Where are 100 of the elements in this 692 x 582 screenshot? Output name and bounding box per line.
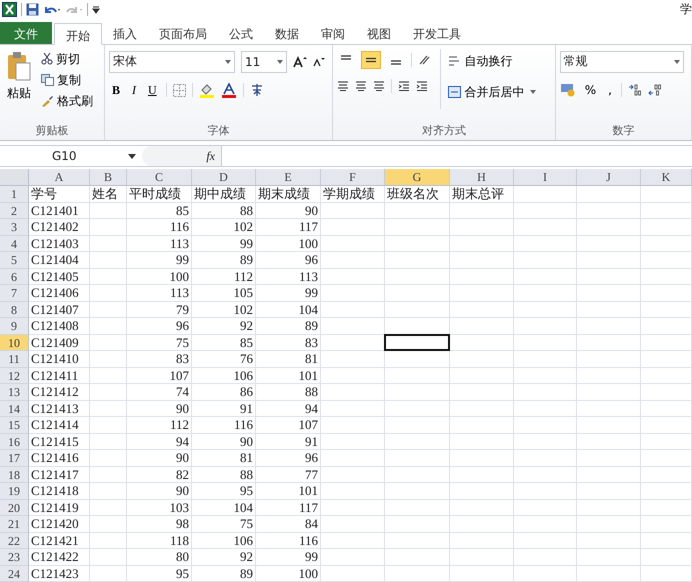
row-header[interactable]: 18 bbox=[0, 466, 29, 483]
ribbon-tab[interactable]: 开发工具 bbox=[402, 22, 472, 44]
grow-font-icon[interactable] bbox=[292, 56, 307, 68]
table-cell bbox=[321, 368, 385, 384]
table-cell: 91 bbox=[192, 400, 256, 417]
row-header[interactable]: 15 bbox=[0, 417, 29, 434]
table-cell bbox=[321, 500, 385, 516]
align-icon[interactable] bbox=[355, 80, 368, 91]
ribbon-tab[interactable]: 开始 bbox=[54, 22, 102, 45]
bold-button[interactable]: B bbox=[108, 82, 123, 98]
row-header[interactable]: 16 bbox=[0, 434, 29, 450]
table-cell: 期中成绩 bbox=[192, 186, 256, 202]
table-cell bbox=[641, 334, 692, 351]
increase-decimal-icon[interactable] bbox=[628, 84, 642, 96]
currency-icon[interactable] bbox=[560, 82, 576, 97]
wrap-text-button[interactable]: 自动换行 bbox=[447, 50, 538, 72]
row-header[interactable]: 19 bbox=[0, 483, 29, 500]
ribbon-tab[interactable]: 审阅 bbox=[310, 22, 356, 44]
table-cell: 90 bbox=[192, 434, 256, 450]
table-cell bbox=[385, 566, 450, 582]
row-header[interactable]: 9 bbox=[0, 318, 29, 334]
font-color-icon[interactable] bbox=[220, 82, 237, 98]
column-header[interactable]: K bbox=[641, 169, 692, 186]
table-cell bbox=[321, 532, 385, 549]
customize-dropdown-icon[interactable] bbox=[92, 6, 100, 14]
column-header[interactable]: I bbox=[514, 169, 577, 186]
insert-function-button[interactable]: fx bbox=[206, 148, 215, 164]
font-size-field[interactable]: 11 bbox=[240, 50, 287, 73]
column-header[interactable]: F bbox=[321, 169, 385, 186]
excel-logo-icon[interactable] bbox=[2, 2, 17, 18]
underline-button[interactable]: U bbox=[144, 82, 160, 98]
ribbon-tab[interactable]: 文件 bbox=[0, 22, 52, 44]
ribbon-tab[interactable]: 视图 bbox=[356, 22, 402, 44]
ribbon-tab[interactable]: 页面布局 bbox=[148, 22, 218, 44]
table-cell bbox=[90, 417, 127, 434]
row-header[interactable]: 17 bbox=[0, 450, 29, 466]
column-header[interactable]: G bbox=[385, 169, 450, 186]
ribbon-tab[interactable]: 插入 bbox=[102, 22, 148, 44]
number-format-field[interactable]: 常规 bbox=[560, 50, 684, 73]
column-header[interactable]: B bbox=[90, 169, 127, 186]
table-cell bbox=[514, 516, 577, 532]
column-header[interactable]: J bbox=[577, 169, 641, 186]
column-header[interactable]: H bbox=[450, 169, 514, 186]
row-header[interactable]: 22 bbox=[0, 532, 29, 549]
font-name-field[interactable]: 宋体 bbox=[108, 50, 235, 73]
table-cell bbox=[385, 434, 450, 450]
table-cell bbox=[450, 368, 514, 384]
save-icon[interactable] bbox=[26, 3, 39, 16]
row-header[interactable]: 1 bbox=[0, 186, 29, 202]
phonetic-icon[interactable] bbox=[250, 83, 264, 98]
row-header[interactable]: 5 bbox=[0, 252, 29, 268]
table-cell bbox=[641, 236, 692, 252]
row-header[interactable]: 8 bbox=[0, 302, 29, 318]
indent-icon[interactable] bbox=[398, 80, 410, 91]
table-cell bbox=[514, 368, 577, 384]
row-header[interactable]: 3 bbox=[0, 219, 29, 236]
row-header[interactable]: 21 bbox=[0, 516, 29, 532]
column-header[interactable]: C bbox=[127, 169, 192, 186]
column-header[interactable]: E bbox=[256, 169, 321, 186]
table-cell bbox=[514, 334, 577, 351]
row-header[interactable]: 13 bbox=[0, 384, 29, 400]
border-icon[interactable] bbox=[172, 84, 186, 97]
table-cell bbox=[450, 384, 514, 400]
row-header[interactable]: 24 bbox=[0, 566, 29, 582]
row-header[interactable]: 7 bbox=[0, 285, 29, 302]
fill-color-icon[interactable] bbox=[198, 82, 215, 98]
align-button[interactable] bbox=[361, 50, 382, 69]
ribbon-tab[interactable]: 公式 bbox=[218, 22, 264, 44]
merge-center-button[interactable]: 合并后居中 bbox=[447, 82, 538, 103]
row-header[interactable]: 12 bbox=[0, 368, 29, 384]
table-cell bbox=[385, 500, 450, 516]
comma-button[interactable]: , bbox=[605, 82, 615, 97]
table-cell: 75 bbox=[127, 334, 192, 351]
align-icon[interactable] bbox=[373, 80, 386, 91]
shrink-font-icon[interactable] bbox=[312, 56, 325, 67]
column-header[interactable]: A bbox=[29, 169, 90, 186]
row-header[interactable]: 2 bbox=[0, 202, 29, 219]
row-header[interactable]: 10 bbox=[0, 334, 29, 351]
table-cell: C121403 bbox=[29, 236, 90, 252]
paste-button[interactable]: 粘贴 bbox=[4, 48, 34, 122]
row-header[interactable]: 23 bbox=[0, 549, 29, 566]
cut-button[interactable]: 剪切 bbox=[40, 48, 94, 70]
decrease-decimal-icon[interactable] bbox=[648, 84, 662, 96]
italic-button[interactable]: I bbox=[128, 82, 139, 98]
column-header[interactable]: D bbox=[192, 169, 256, 186]
table-cell: 90 bbox=[127, 450, 192, 466]
row-header[interactable]: 14 bbox=[0, 400, 29, 417]
name-box[interactable]: G10 bbox=[0, 146, 142, 166]
table-cell bbox=[321, 450, 385, 466]
row-header[interactable]: 6 bbox=[0, 268, 29, 285]
ribbon-tab[interactable]: 数据 bbox=[264, 22, 310, 44]
copy-button[interactable]: 复制 bbox=[40, 70, 94, 91]
format-painter-button[interactable]: 格式刷 bbox=[40, 90, 94, 112]
indent-icon[interactable] bbox=[416, 80, 428, 91]
row-header[interactable]: 4 bbox=[0, 236, 29, 252]
align-icon[interactable] bbox=[337, 80, 350, 91]
table-cell bbox=[321, 466, 385, 483]
row-header[interactable]: 11 bbox=[0, 351, 29, 368]
percent-button[interactable]: % bbox=[582, 82, 600, 97]
row-header[interactable]: 20 bbox=[0, 500, 29, 516]
